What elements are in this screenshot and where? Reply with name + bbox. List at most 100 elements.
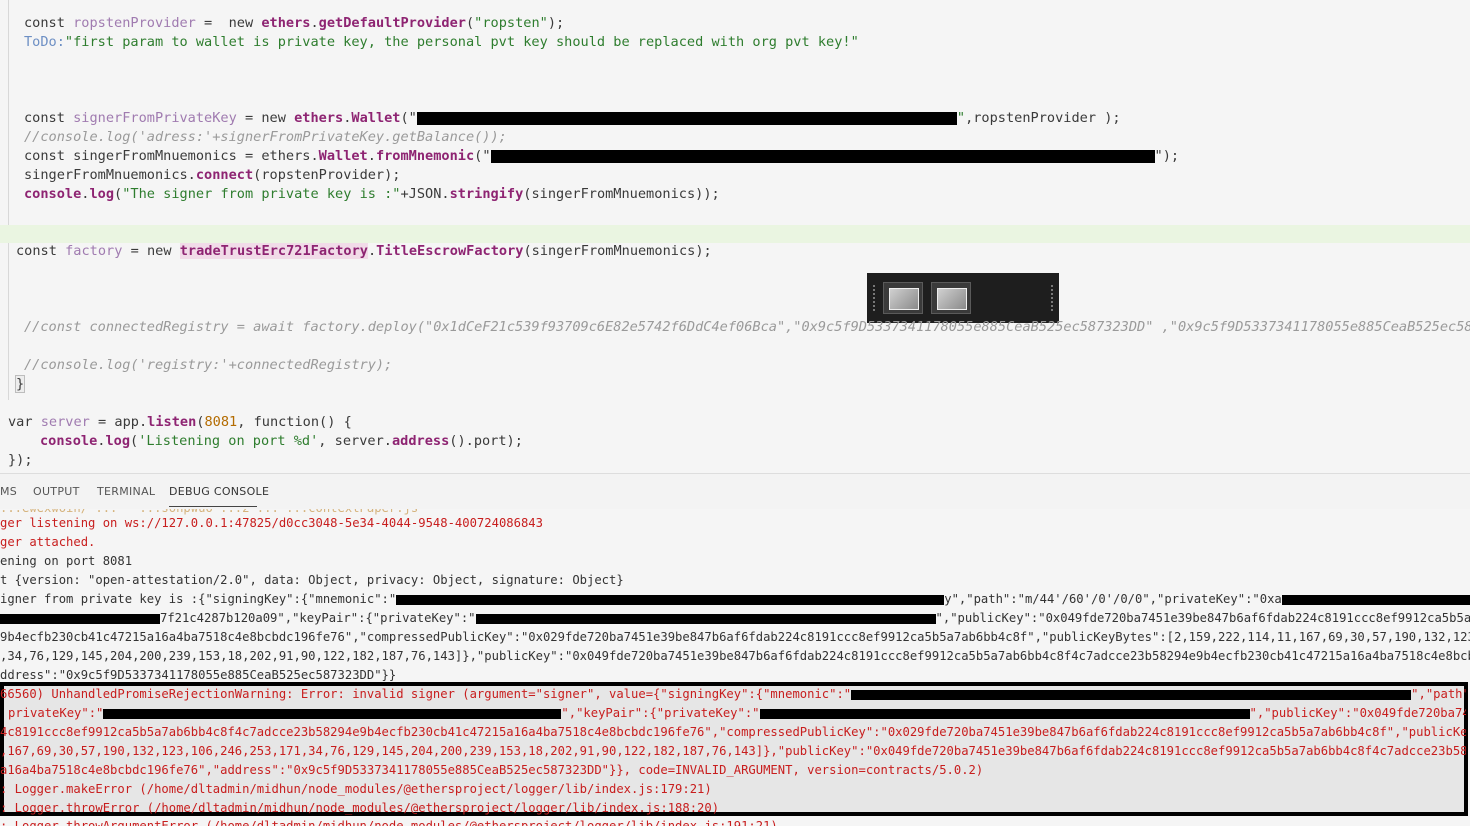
token: signerFromPrivateKey [73, 110, 237, 126]
redaction-bar [759, 708, 1250, 719]
redaction-bar [396, 594, 945, 605]
code-editor[interactable]: const ropstenProvider = new ethers.getDe… [0, 0, 1470, 473]
error-line: privateKey":" ","keyPair":{"privateKey":"… [0, 704, 1466, 723]
tab-debug-console[interactable]: DEBUG CONSOLE [169, 485, 269, 498]
vscode-window: { "editor": { "line1": {"pre": "const ",… [0, 0, 1470, 826]
console-line: 7f21c4287b120a09","keyPair":{"privateKey… [0, 609, 1470, 628]
token: address [391, 433, 450, 449]
code-line-9[interactable]: console.log("The signer from private key… [0, 185, 1470, 204]
console-line: ger listening on ws://127.0.0.1:47825/d0… [0, 516, 543, 530]
floating-toolbar[interactable] [867, 273, 1059, 323]
error-text: ","publicKey":"0x049fde720ba7451e39be [1249, 706, 1466, 720]
token: = new [122, 243, 180, 259]
log-text: y","path":"m/44'/60'/0'/0/0","privateKey… [944, 592, 1282, 606]
token: const [24, 15, 74, 31]
highlighted-symbol: tradeTrustErc721Factory [179, 243, 368, 259]
panel-tab-bar: MS OUTPUT TERMINAL DEBUG CONSOLE [0, 473, 1470, 509]
error-text: ","keyPair":{"privateKey":" [561, 706, 760, 720]
token: connect [195, 167, 254, 183]
token: ( [114, 186, 123, 202]
redaction-bar [851, 689, 1412, 700]
token: = new [195, 15, 262, 31]
token: ().port); [449, 433, 523, 449]
token: " [956, 110, 966, 126]
token: stringify [449, 186, 524, 202]
redaction-bar [416, 111, 957, 125]
code-line-8[interactable]: singerFromMnuemonics.connect(ropstenProv… [0, 166, 1470, 185]
code-line-18[interactable]: } [0, 375, 1470, 394]
token: singerFromMnuemonics. [24, 167, 196, 183]
error-line: 4c8191ccc8ef9912ca5b5a7ab6bb4c8f4c7adcce… [0, 725, 1466, 739]
error-text: privateKey":" [8, 706, 104, 720]
token: TitleEscrowFactory [376, 243, 524, 259]
token: "The signer from private key is :" [122, 186, 401, 202]
current-line-highlight[interactable] [0, 225, 1470, 243]
token: (singerFromMnuemonics); [523, 243, 712, 259]
toolbar-button-1[interactable] [883, 282, 923, 314]
code-line-12[interactable]: const factory = new tradeTrustErc721Fact… [0, 242, 1470, 261]
comment: //console.log('registry:'+connectedRegis… [24, 357, 393, 373]
log-text: igner from private key is :{"signingKey"… [0, 592, 397, 606]
token: 8081 [204, 414, 238, 430]
drag-handle-icon[interactable] [1051, 285, 1055, 311]
token: Wallet [351, 110, 401, 126]
token: . [367, 148, 376, 164]
token: ( [465, 15, 475, 31]
active-tab-indicator [169, 506, 257, 507]
code-line-19[interactable]: var server = app.listen(8081, function()… [0, 413, 1470, 432]
token: log [89, 186, 115, 202]
token: console [40, 433, 98, 449]
tab-output[interactable]: OUTPUT [33, 485, 80, 498]
error-output: 66560) UnhandledPromiseRejectionWarning:… [0, 685, 1466, 825]
token: fromMnemonic [375, 148, 475, 164]
log-text: ","publicKey":"0x049fde720ba7451e39be847… [935, 611, 1470, 625]
token: ( [130, 433, 139, 449]
error-text: ","path":"m/44 [1411, 687, 1466, 701]
token: const [16, 243, 66, 259]
token: getDefaultProvider [318, 15, 466, 31]
code-line-5[interactable]: const signerFromPrivateKey = new ethers.… [0, 109, 1470, 128]
code-line-6[interactable]: //console.log('adress:'+signerFromPrivat… [0, 128, 1470, 147]
token: = new [236, 110, 295, 126]
code-line-2[interactable]: ToDo:"first param to wallet is private k… [0, 33, 1470, 52]
drag-handle-icon[interactable] [873, 285, 877, 311]
tab-problems[interactable]: MS [0, 485, 17, 498]
document-icon [889, 288, 919, 310]
toolbar-button-2[interactable] [931, 282, 971, 314]
error-line: ,167,69,30,57,190,132,123,106,246,253,17… [0, 744, 1466, 758]
token: 'Listening on port %d' [138, 433, 319, 449]
log-text: 7f21c4287b120a09","keyPair":{"privateKey… [160, 611, 476, 625]
token: (" [474, 148, 491, 164]
console-line: 9b4ecfb230cb41c47215a16a4ba7518c4e8bcbdc… [0, 630, 1470, 644]
console-line: igner from private key is :{"signingKey"… [0, 590, 1470, 609]
token: Wallet [318, 148, 368, 164]
token: const singerFromMnuemonics = ethers. [24, 148, 319, 164]
code-line-17[interactable]: //console.log('registry:'+connectedRegis… [0, 356, 1470, 375]
token: (ropstenProvider); [253, 167, 401, 183]
console-line: ger attached. [0, 535, 96, 549]
code-line-15[interactable]: //const connectedRegistry = await factor… [0, 318, 1470, 337]
tab-terminal[interactable]: TERMINAL [97, 485, 155, 498]
code-line-1[interactable]: const ropstenProvider = new ethers.getDe… [0, 14, 1470, 33]
token: ropstenProvider [73, 15, 196, 31]
console-line: ,34,76,129,145,204,200,239,153,18,202,91… [0, 649, 1470, 663]
code-line-21[interactable]: }); [0, 451, 1470, 470]
error-line: : Logger.throwError (/home/dltadmin/midh… [0, 801, 720, 815]
error-text: 66560) UnhandledPromiseRejectionWarning:… [0, 687, 852, 701]
token: ,ropstenProvider ); [965, 110, 1121, 126]
token: "ropsten" [474, 15, 548, 31]
token: . [310, 15, 319, 31]
error-line: a16a4ba7518c4e8bcbdc196fe76","address":"… [0, 763, 984, 777]
token: ethers [294, 110, 344, 126]
code-line-20[interactable]: console.log('Listening on port %d', serv… [0, 432, 1470, 451]
token: "first param to wallet is private key, t… [64, 34, 859, 50]
token: listen [147, 414, 197, 430]
code-line-7[interactable]: const singerFromMnuemonics = ethers.Wall… [0, 147, 1470, 166]
token: . [367, 243, 377, 259]
token: +JSON. [400, 186, 450, 202]
token: = app. [89, 414, 148, 430]
token: (" [400, 110, 417, 126]
redaction-bar [490, 149, 1155, 163]
token: factory [65, 243, 123, 259]
comment: //const connectedRegistry = await factor… [24, 319, 1470, 335]
